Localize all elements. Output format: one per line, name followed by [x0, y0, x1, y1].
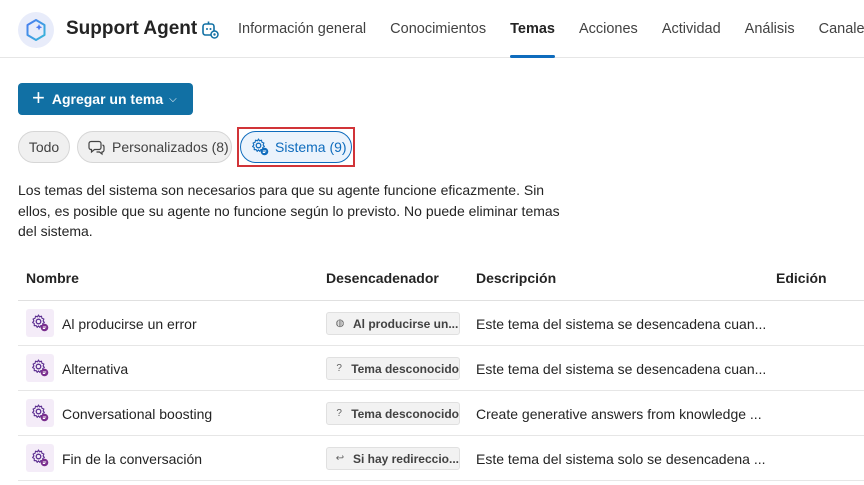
chevron-down-icon: ⌵ [169, 93, 177, 105]
tab-actividad[interactable]: Actividad [662, 0, 721, 58]
tab-conocimientos[interactable]: Conocimientos [390, 0, 486, 58]
chat-bubbles-icon [88, 140, 105, 156]
plus-icon: + [32, 85, 45, 110]
trigger-label: Tema desconocido [351, 406, 459, 421]
system-topic-icon [26, 309, 54, 337]
filter-custom-label: Personalizados (8) [112, 139, 229, 155]
filter-custom[interactable]: Personalizados (8) [77, 131, 232, 163]
column-header-edition[interactable]: Edición [776, 270, 827, 286]
filter-all-label: Todo [28, 139, 60, 155]
trigger-badge: ? Tema desconocido [326, 402, 460, 425]
topic-description: Este tema del sistema solo se desencaden… [476, 451, 766, 467]
error-trigger-icon: ◍ [335, 318, 345, 329]
system-topics-description: Los temas del sistema son necesarios par… [18, 182, 560, 239]
topic-name[interactable]: Alternativa [62, 361, 128, 377]
agent-logo-icon[interactable] [18, 12, 54, 48]
unknown-topic-icon: ? [336, 363, 342, 374]
agent-name: Support Agent [66, 18, 198, 39]
trigger-label: Tema desconocido [351, 361, 459, 376]
table-row[interactable]: Alternativa ? Tema desconocido Este tema… [18, 346, 864, 391]
tab-acciones[interactable]: Acciones [579, 0, 638, 58]
table-header: Nombre Desencadenador Descripción Edició… [18, 256, 864, 301]
table-row[interactable]: Fin de la conversación ↩ Si hay redirecc… [18, 436, 864, 481]
filter-all[interactable]: Todo [18, 131, 70, 163]
column-header-trigger[interactable]: Desencadenador [326, 270, 439, 286]
column-header-name[interactable]: Nombre [26, 270, 79, 286]
filter-system-label: Sistema (9) [275, 139, 347, 155]
topic-description: Este tema del sistema se desencadena cua… [476, 316, 767, 332]
tab-informacion-general[interactable]: Información general [238, 0, 366, 58]
system-topic-icon [26, 354, 54, 382]
trigger-label: Si hay redireccio... [352, 451, 459, 466]
topic-description: Este tema del sistema se desencadena cua… [476, 361, 767, 377]
unknown-topic-icon: ? [336, 408, 342, 419]
trigger-label: Al producirse un... [353, 316, 459, 331]
filter-system[interactable]: Sistema (9) [240, 131, 352, 163]
column-header-description[interactable]: Descripción [476, 270, 556, 286]
trigger-badge: ↩ Si hay redireccio... [326, 447, 460, 470]
system-topic-icon [26, 444, 54, 472]
tab-temas[interactable]: Temas [510, 0, 555, 58]
trigger-badge: ◍ Al producirse un... [326, 312, 460, 335]
tab-canales[interactable]: Canales [819, 0, 864, 58]
top-bar: Support Agent Información general Conoci… [0, 0, 864, 58]
system-gear-icon [252, 138, 269, 156]
add-topic-label: Agregar un tema [51, 91, 164, 107]
add-topic-button[interactable]: + Agregar un tema ⌵ [18, 83, 193, 115]
table-row[interactable]: Conversational boosting ? Tema desconoci… [18, 391, 864, 436]
tab-analisis[interactable]: Análisis [745, 0, 795, 58]
topics-table: Nombre Desencadenador Descripción Edició… [18, 256, 864, 481]
topic-description: Create generative answers from knowledge… [476, 406, 762, 422]
agent-settings-icon[interactable] [200, 20, 220, 40]
redirect-icon: ↩ [335, 453, 345, 464]
topic-name[interactable]: Conversational boosting [62, 406, 212, 422]
trigger-badge: ? Tema desconocido [326, 357, 460, 380]
topic-name[interactable]: Fin de la conversación [62, 451, 202, 467]
topic-name[interactable]: Al producirse un error [62, 316, 197, 332]
main-tabs: Información general Conocimientos Temas … [238, 0, 864, 58]
table-row[interactable]: Al producirse un error ◍ Al producirse u… [18, 301, 864, 346]
system-topic-icon [26, 399, 54, 427]
